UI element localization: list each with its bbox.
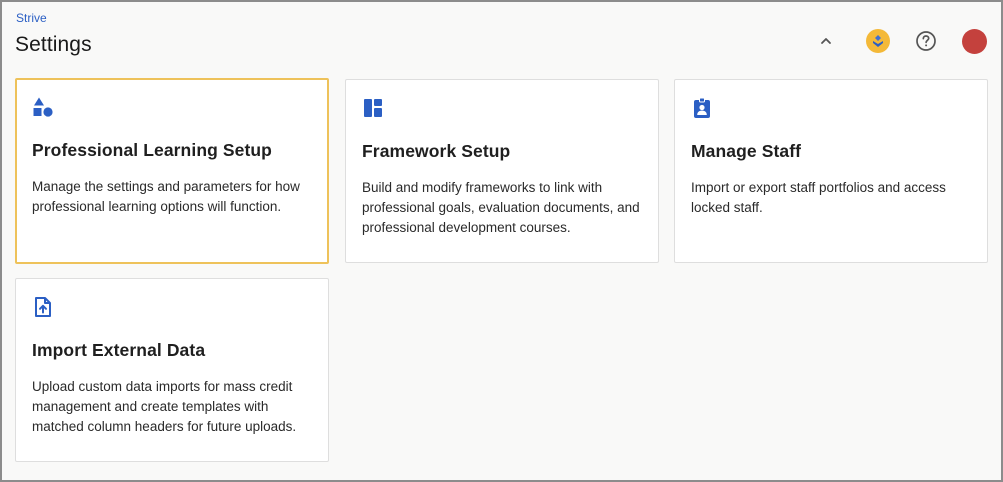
file-upload-icon [35, 297, 51, 317]
breadcrumb-strive[interactable]: Strive [16, 11, 47, 25]
settings-window: Strive Settings Professional Learning Se… [0, 0, 1003, 482]
user-avatar-button[interactable] [960, 27, 988, 55]
card-description: Manage the settings and parameters for h… [32, 179, 300, 214]
user-avatar [961, 28, 987, 54]
collapse-button[interactable] [812, 27, 840, 55]
card-description: Build and modify frameworks to link with… [362, 180, 640, 235]
card-manage-staff[interactable]: Manage Staff Import or export staff port… [674, 79, 988, 263]
shapes-icon [33, 97, 53, 117]
card-description: Upload custom data imports for mass cred… [32, 379, 297, 434]
card-import-external-data[interactable]: Import External Data Upload custom data … [15, 278, 329, 462]
help-circle-icon [916, 31, 936, 51]
card-title: Import External Data [32, 340, 206, 360]
badge-icon [694, 97, 710, 118]
card-professional-learning-setup[interactable]: Professional Learning Setup Manage the s… [15, 78, 329, 264]
chevron-up-icon [821, 38, 831, 44]
page-title: Settings [15, 33, 92, 56]
card-title: Framework Setup [362, 141, 511, 161]
dashboard-layout-icon [364, 99, 382, 117]
card-description: Import or export staff portfolios and ac… [691, 180, 946, 215]
help-button[interactable] [912, 27, 940, 55]
card-title: Manage Staff [691, 141, 802, 161]
card-framework-setup[interactable]: Framework Setup Build and modify framewo… [345, 79, 659, 263]
org-switcher-button[interactable] [864, 27, 892, 55]
org-logo-icon [866, 29, 890, 53]
card-title: Professional Learning Setup [32, 140, 272, 160]
